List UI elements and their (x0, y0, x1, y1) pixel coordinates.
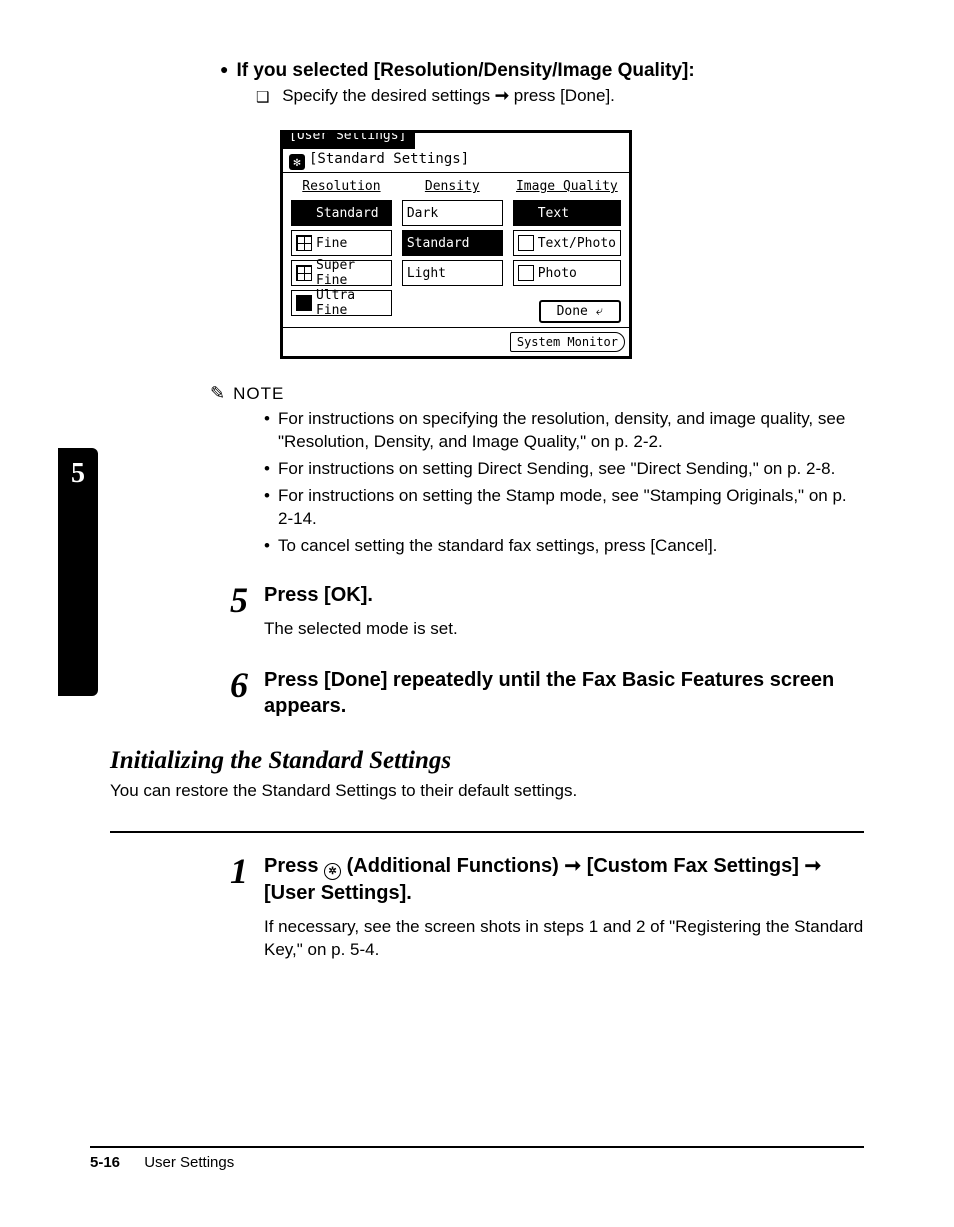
screen-title-row: ✻[Standard Settings] (283, 149, 629, 173)
note-item: For instructions on setting Direct Sendi… (264, 458, 864, 481)
screen-tab: [User Settings] (283, 133, 415, 149)
step-heading: Press [Done] repeatedly until the Fax Ba… (264, 667, 864, 719)
section-text: You can restore the Standard Settings to… (110, 781, 864, 801)
density-dark-button[interactable]: Dark (402, 200, 503, 226)
grid-icon (296, 205, 312, 221)
density-column: Density Dark Standard Light (402, 179, 503, 323)
step-body: Press ✲ (Additional Functions) ➞ [Custom… (264, 853, 864, 962)
step-6: 6 Press [Done] repeatedly until the Fax … (220, 667, 864, 719)
arrow-icon: ➞ (495, 86, 509, 105)
fax-screen: [User Settings] ✻[Standard Settings] Res… (280, 130, 632, 359)
note-label: NOTE (233, 384, 284, 404)
resolution-ultrafine-button[interactable]: Ultra Fine (291, 290, 392, 316)
option-label: Standard (407, 236, 470, 251)
step-5: 5 Press [OK]. The selected mode is set. (220, 582, 864, 641)
step-number: 5 (220, 582, 248, 641)
grid-icon (296, 295, 312, 311)
step-head-mid: [Custom Fax Settings] (581, 855, 804, 877)
screen-body: Resolution Standard Fine Super Fine Ultr… (283, 173, 629, 327)
step-number: 1 (220, 853, 248, 962)
arrow-icon: ➞ (805, 855, 822, 877)
step-head-button: (Additional Functions) (341, 855, 564, 877)
step-number: 6 (220, 667, 248, 719)
resolution-standard-button[interactable]: Standard (291, 200, 392, 226)
option-label: Fine (316, 236, 347, 251)
step-body: Press [OK]. The selected mode is set. (264, 582, 864, 641)
iq-textphoto-button[interactable]: Text/Photo (513, 230, 621, 256)
sub-post: press [Done]. (509, 86, 615, 105)
image-quality-column: Image Quality Text Text/Photo Photo Done… (513, 179, 621, 323)
sub-pre: Specify the desired settings (282, 86, 495, 105)
density-light-button[interactable]: Light (402, 260, 503, 286)
done-row: Done ⤶ (513, 294, 621, 323)
divider (110, 831, 864, 833)
done-button[interactable]: Done ⤶ (539, 300, 621, 323)
text-photo-icon (518, 235, 534, 251)
density-standard-button[interactable]: Standard (402, 230, 503, 256)
note-icon: ✎ (210, 383, 225, 404)
resolution-header: Resolution (291, 179, 392, 194)
page: 5 Customizing Fax Settings If you select… (0, 0, 954, 1227)
step-head-pre: Press (264, 855, 324, 877)
system-monitor-button[interactable]: System Monitor (510, 332, 625, 352)
grid-icon (296, 235, 312, 251)
density-header: Density (402, 179, 503, 194)
step-head-post: [User Settings]. (264, 882, 412, 904)
option-label: Light (407, 266, 446, 281)
step-text: If necessary, see the screen shots in st… (264, 916, 864, 962)
iq-text-button[interactable]: Text (513, 200, 621, 226)
step-heading: Press [OK]. (264, 582, 864, 608)
screen-title: [Standard Settings] (309, 151, 469, 167)
section-heading: Initializing the Standard Settings (110, 747, 864, 775)
grid-icon (296, 265, 312, 281)
sub-instruction: Specify the desired settings ➞ press [Do… (256, 86, 864, 106)
image-quality-header: Image Quality (513, 179, 621, 194)
main-content: If you selected [Resolution/Density/Imag… (220, 60, 864, 961)
system-monitor-row: System Monitor (283, 327, 629, 356)
settings-icon: ✻ (289, 154, 305, 170)
note-heading: ✎ NOTE (210, 383, 864, 404)
page-footer: 5-16 User Settings (90, 1146, 864, 1171)
resolution-fine-button[interactable]: Fine (291, 230, 392, 256)
option-label: Photo (538, 266, 577, 281)
photo-icon (518, 265, 534, 281)
step-text: The selected mode is set. (264, 618, 864, 641)
option-label: Ultra Fine (316, 288, 387, 318)
notes-list: For instructions on specifying the resol… (264, 408, 864, 558)
additional-functions-icon: ✲ (324, 863, 341, 880)
option-label: Super Fine (316, 258, 387, 288)
option-label: Dark (407, 206, 438, 221)
resolution-superfine-button[interactable]: Super Fine (291, 260, 392, 286)
text-icon (518, 205, 534, 221)
footer-title: User Settings (144, 1154, 234, 1171)
note-item: For instructions on specifying the resol… (264, 408, 864, 454)
bullet-heading: If you selected [Resolution/Density/Imag… (220, 60, 864, 82)
resolution-column: Resolution Standard Fine Super Fine Ultr… (291, 179, 392, 323)
arrow-icon: ➞ (564, 855, 581, 877)
page-number: 5-16 (90, 1154, 120, 1171)
done-label: Done (557, 304, 588, 319)
chapter-label: Customizing Fax Settings (66, 500, 83, 670)
chapter-label-wrap: Customizing Fax Settings (66, 330, 83, 500)
step-1: 1 Press ✲ (Additional Functions) ➞ [Cust… (220, 853, 864, 962)
option-label: Text (538, 206, 569, 221)
screen-tab-label: [User Settings] (289, 133, 406, 143)
option-label: Standard (316, 206, 379, 221)
step-heading: Press ✲ (Additional Functions) ➞ [Custom… (264, 853, 864, 906)
note-item: For instructions on setting the Stamp mo… (264, 485, 864, 531)
iq-photo-button[interactable]: Photo (513, 260, 621, 286)
option-label: Text/Photo (538, 236, 616, 251)
step-body: Press [Done] repeatedly until the Fax Ba… (264, 667, 864, 719)
screen-columns: Resolution Standard Fine Super Fine Ultr… (291, 179, 621, 323)
note-item: To cancel setting the standard fax setti… (264, 535, 864, 558)
